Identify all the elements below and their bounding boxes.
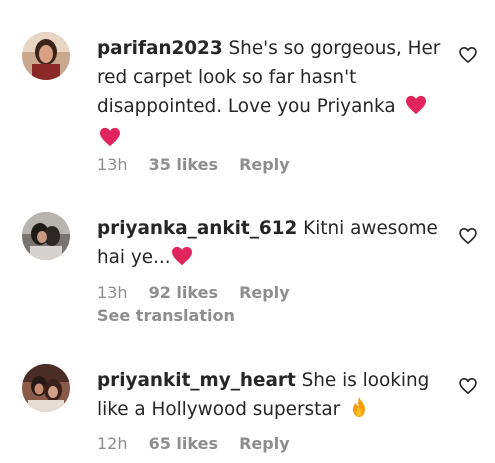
comment-body: priyankit_my_heart She is looking like a… [97, 366, 442, 427]
comment-time: 13h [97, 283, 128, 302]
comment-username[interactable]: parifan2023 [97, 38, 223, 59]
comment-time: 12h [97, 434, 128, 453]
comment-username[interactable]: priyankit_my_heart [97, 370, 296, 391]
likes-count[interactable]: 65 likes [149, 434, 218, 453]
avatar[interactable] [22, 364, 70, 412]
like-heart-icon[interactable] [458, 45, 478, 65]
avatar[interactable] [22, 32, 70, 80]
comment-body: priyanka_ankit_612 Kitni awesome hai ye.… [97, 214, 442, 275]
likes-count[interactable]: 92 likes [149, 283, 218, 302]
comment-body: parifan2023 She's so gorgeous, Her red c… [97, 34, 442, 156]
red-heart-emoji [171, 246, 193, 275]
red-heart-emoji [405, 95, 427, 124]
reply-button[interactable]: Reply [239, 283, 290, 302]
comment-meta: 13h 92 likes Reply [97, 283, 306, 302]
comment-username[interactable]: priyanka_ankit_612 [97, 218, 297, 239]
like-heart-icon[interactable] [458, 226, 478, 246]
comment-time: 13h [97, 155, 128, 174]
red-heart-emoji [99, 127, 121, 156]
avatar[interactable] [22, 212, 70, 260]
fire-emoji [350, 396, 368, 427]
comment-meta: 13h 35 likes Reply [97, 155, 306, 174]
like-heart-icon[interactable] [458, 376, 478, 396]
see-translation-link[interactable]: See translation [97, 306, 235, 325]
reply-button[interactable]: Reply [239, 434, 290, 453]
comment-meta: 12h 65 likes Reply [97, 434, 306, 453]
likes-count[interactable]: 35 likes [149, 155, 218, 174]
reply-button[interactable]: Reply [239, 155, 290, 174]
